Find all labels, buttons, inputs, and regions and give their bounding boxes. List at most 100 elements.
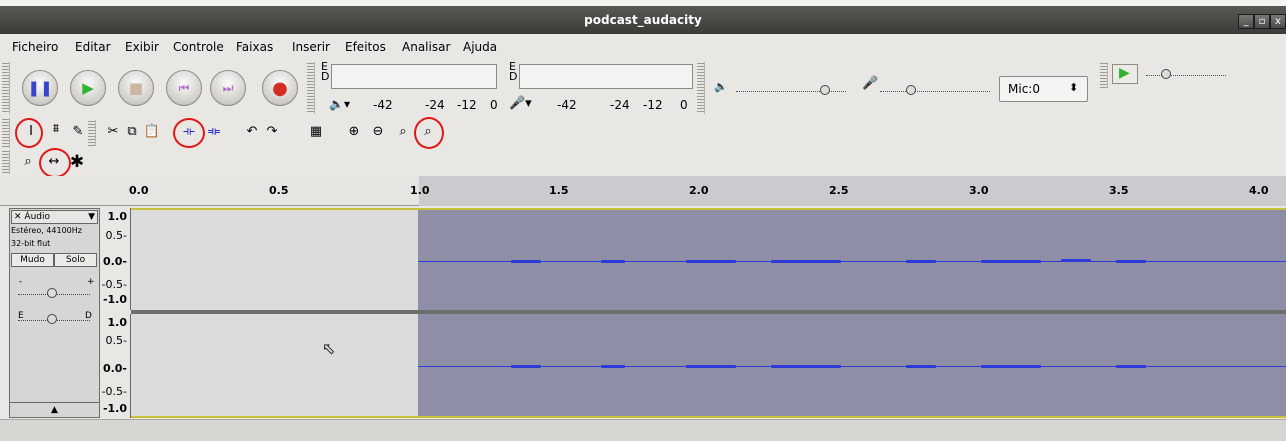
waveform-channel-left[interactable] [131,208,1286,310]
waveform-burst [1116,260,1146,263]
track-format: Estéreo, 44100Hz [11,226,82,235]
ruler-tick-label: 3.0 [969,184,989,197]
skip-start-icon: ⏮ [178,81,190,95]
silence-icon[interactable]: ⟚ [204,122,224,142]
menu-ficheiro[interactable]: Ficheiro [12,40,58,54]
meter-scale-label: -12 [457,98,477,112]
fit-selection-icon[interactable]: ⌕ [393,122,413,142]
scale-label: 1.0 [107,210,128,223]
selection-region [418,314,1286,416]
toolbar-grip[interactable] [697,62,705,114]
record-icon: ● [272,78,288,99]
solo-button[interactable]: Solo [54,253,97,267]
speed-slider[interactable] [1146,75,1226,76]
input-source-select[interactable]: Mic:0 ⬍ [999,76,1088,102]
zoom-out-icon[interactable]: ⊖ [368,122,388,142]
pan-thumb[interactable] [47,314,57,324]
play-icon: ▶ [82,79,94,97]
window-titlebar: podcast_audacity _ ▫ x [0,0,1286,34]
meter-scale-label: -12 [643,98,663,112]
toolbar-grip[interactable] [2,150,10,174]
menu-faixas[interactable]: Faixas [236,40,273,54]
meter-scale-label: -24 [425,98,445,112]
zoom-in-icon[interactable]: ⊕ [344,122,364,142]
ruler-tick-label: 1.0 [410,184,430,197]
maximize-button[interactable]: ▫ [1254,14,1270,29]
track-name-menu[interactable]: ✕ Áudio ▼ [11,210,98,224]
minimize-button[interactable]: _ [1238,14,1254,29]
envelope-tool-icon[interactable]: ⩩ [46,118,66,138]
cut-icon[interactable]: ✂ [103,122,123,142]
mute-button[interactable]: Mudo [11,253,54,267]
playback-meter[interactable] [331,64,497,89]
waveform-line [418,366,1286,367]
speed-thumb[interactable] [1161,69,1171,79]
zoom-tool-icon[interactable]: ⌕ [18,152,38,172]
scale-label: 0.5- [105,334,127,347]
menu-analisar[interactable]: Analisar [402,40,450,54]
redo-icon[interactable]: ↷ [262,122,282,142]
paste-icon[interactable]: 📋 [142,122,162,142]
menu-exibir[interactable]: Exibir [125,40,159,54]
scale-label: -1.0 [102,293,127,306]
ruler-tick-label: 2.5 [829,184,849,197]
menu-inserir[interactable]: Inserir [292,40,330,54]
waveform-burst [981,260,1041,263]
menu-editar[interactable]: Editar [75,40,111,54]
record-button[interactable]: ● [262,70,298,106]
pause-icon: ❚❚ [27,79,53,97]
pause-button[interactable]: ❚❚ [22,70,58,106]
toolbar-grip[interactable] [1100,62,1108,88]
input-volume-slider[interactable] [880,91,990,92]
waveform-channel-right[interactable]: ⬁ [131,314,1286,418]
close-button[interactable]: x [1270,14,1286,29]
scale-label: -0.5- [101,385,127,398]
play-button[interactable]: ▶ [70,70,106,106]
speaker-icon[interactable]: 🔈▾ [329,97,350,111]
sync-lock-icon[interactable]: ▦ [306,122,326,142]
record-meter[interactable] [519,64,693,89]
meter-channel-right: D [321,70,330,83]
waveform-burst [906,365,936,368]
toolbar-grip[interactable] [2,62,10,114]
meter-scale-label: -42 [557,98,577,112]
meter-channel-right: D [509,70,518,83]
collapse-track-button[interactable]: ▲ [10,402,99,417]
menu-bar: Ficheiro Editar Exibir Controle Faixas I… [0,34,1286,58]
timeline-ruler[interactable]: 0.0 0.5 1.0 1.5 2.0 2.5 3.0 3.5 4.0 [0,176,1286,206]
close-track-icon[interactable]: ✕ [12,212,22,222]
gain-minus-label: - [19,277,23,287]
scale-label: 0.0- [102,362,127,375]
gain-thumb[interactable] [47,288,57,298]
waveform-burst [771,260,841,263]
stop-button[interactable]: ■ [118,70,154,106]
undo-icon[interactable]: ↶ [242,122,262,142]
skip-end-button[interactable]: ⏭ [210,70,246,106]
skip-start-button[interactable]: ⏮ [166,70,202,106]
track-control-panel: ✕ Áudio ▼ Estéreo, 44100Hz 32-bit flut M… [9,208,100,418]
waveform-burst [686,365,736,368]
output-volume-thumb[interactable] [820,85,830,95]
input-volume-icon: 🎤 [862,76,879,91]
play-at-speed-button[interactable]: ▶ [1112,64,1138,84]
waveform-burst [906,260,936,263]
microphone-icon[interactable]: 🎤▾ [509,96,532,111]
copy-icon[interactable]: ⧉ [122,122,142,142]
toolbar-grip[interactable] [2,118,10,148]
waveform-line [418,261,1286,262]
input-source-value: Mic:0 [1008,82,1040,96]
input-volume-thumb[interactable] [906,85,916,95]
annotation-circle [39,148,71,178]
menu-efeitos[interactable]: Efeitos [345,40,386,54]
ruler-tick-label: 0.5 [269,184,289,197]
toolbar-grip[interactable] [88,120,96,146]
select-arrow-icon: ⬍ [1069,81,1079,94]
draw-tool-icon[interactable]: ✎ [68,122,88,142]
gain-plus-label: + [87,277,95,287]
waveform-burst [771,365,841,368]
menu-ajuda[interactable]: Ajuda [463,40,497,54]
waveform-burst [601,365,625,368]
annotation-circle [414,117,444,149]
toolbar-grip[interactable] [307,62,315,114]
menu-controle[interactable]: Controle [173,40,224,54]
